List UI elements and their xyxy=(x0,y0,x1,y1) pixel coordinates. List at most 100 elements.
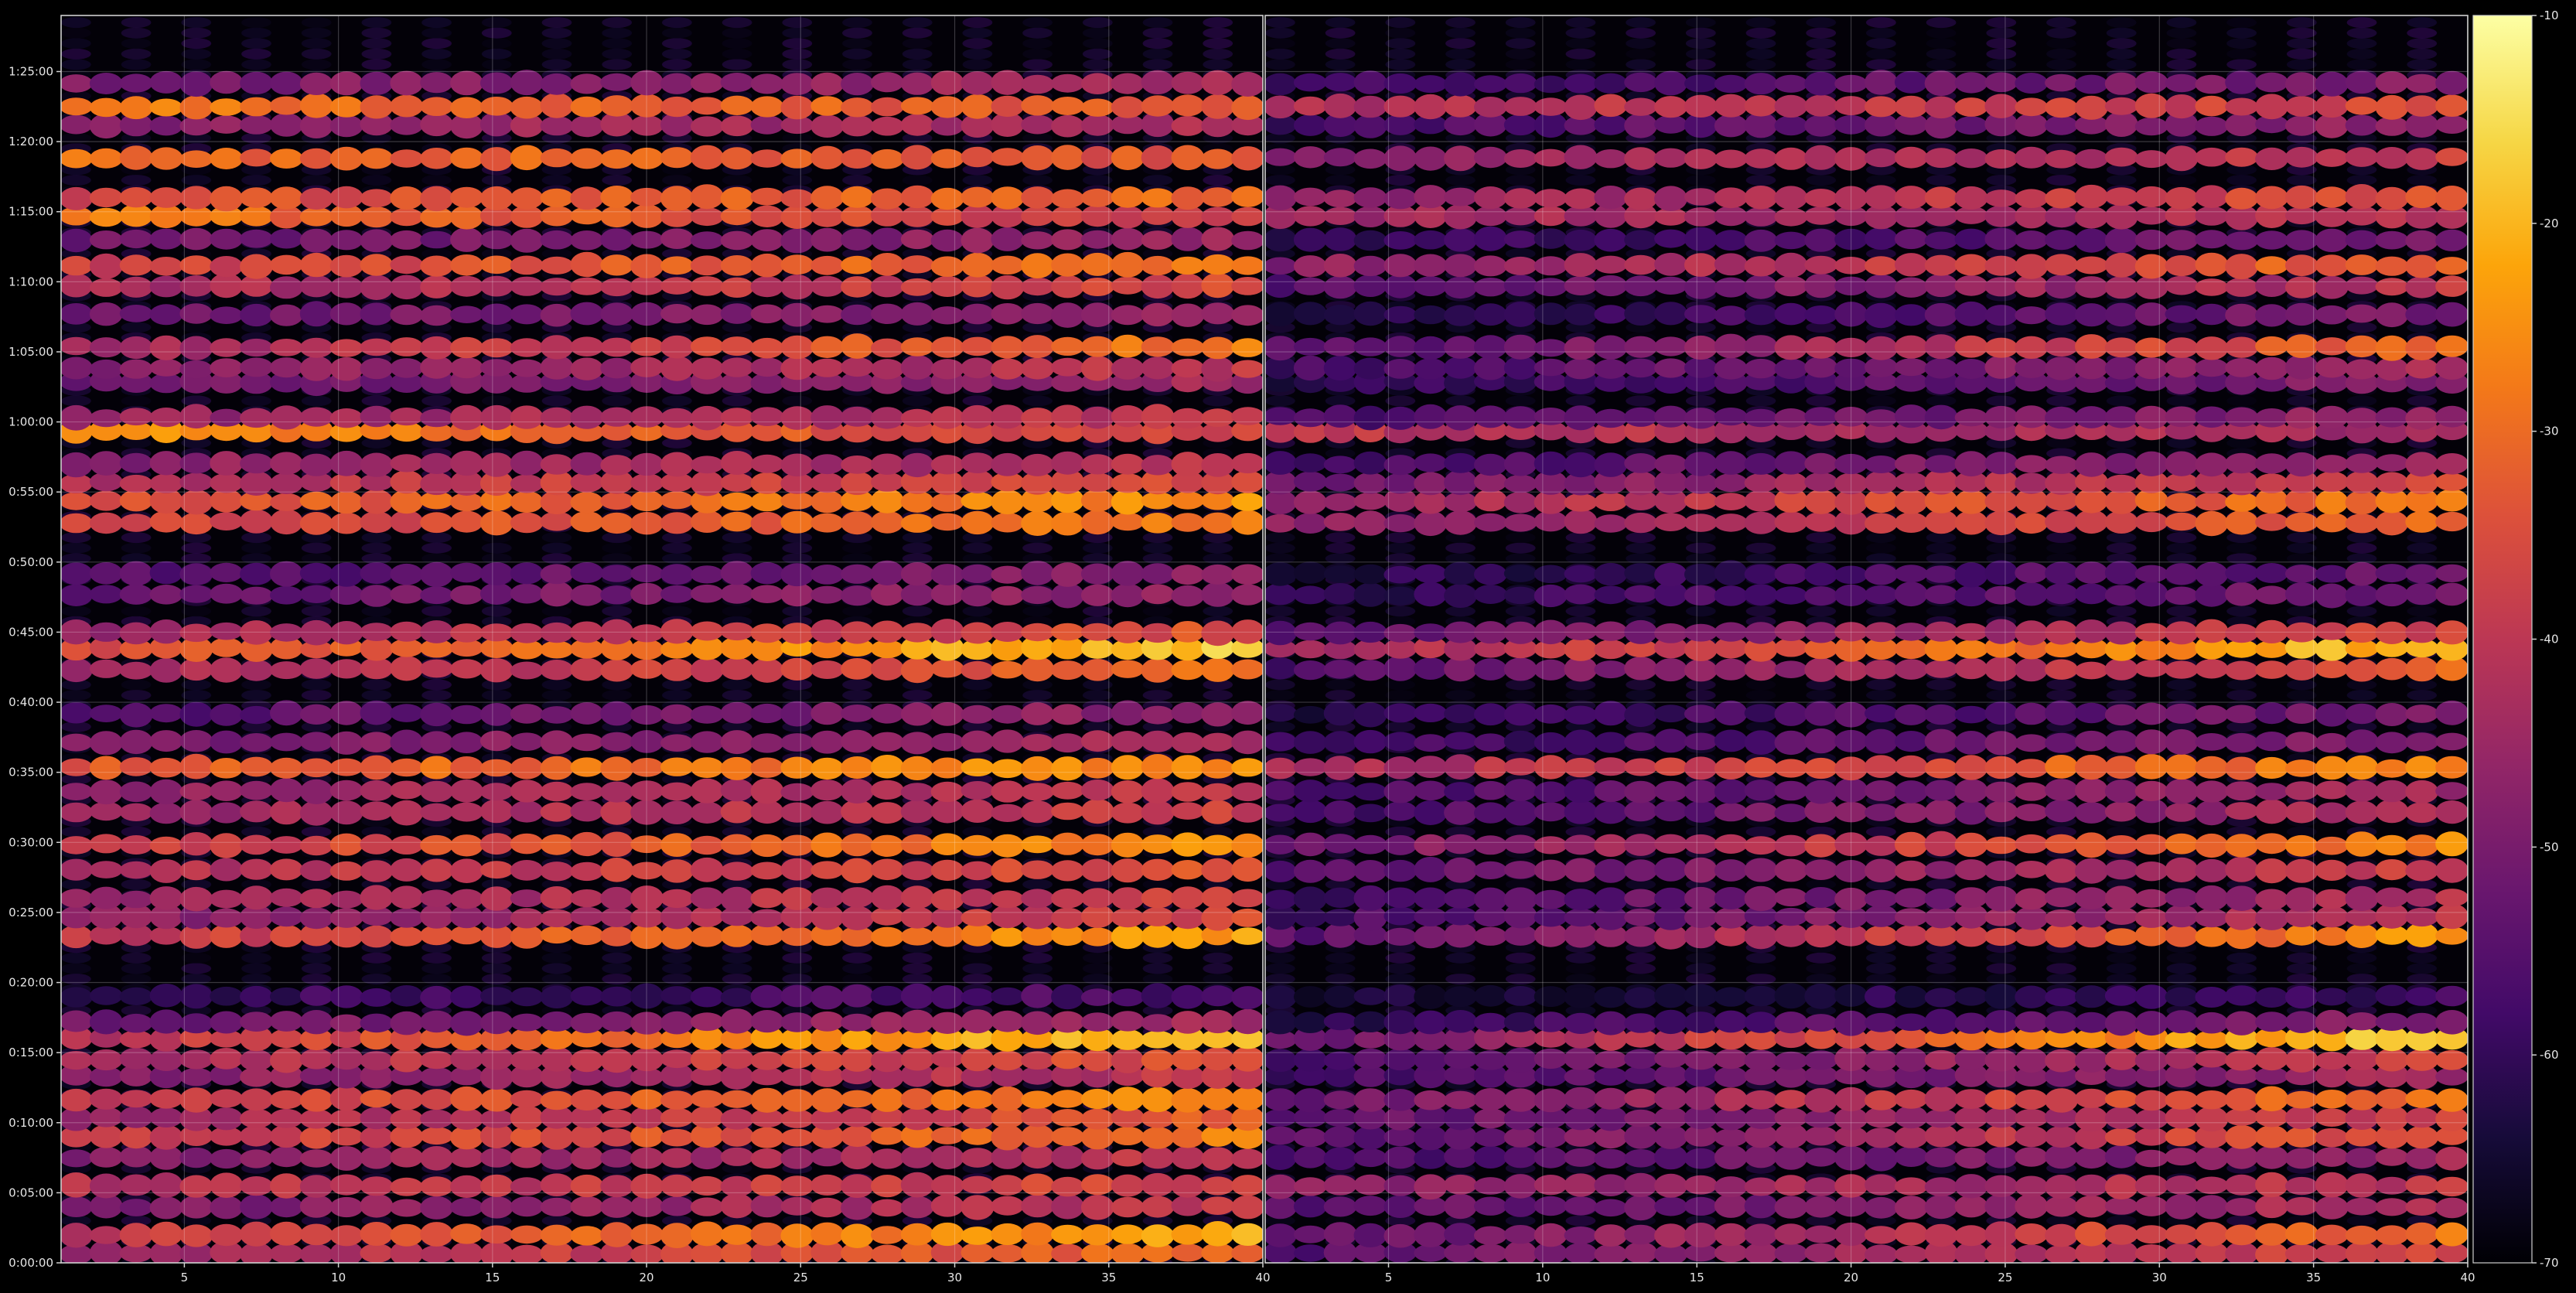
heat-cell xyxy=(782,532,813,544)
heat-cell xyxy=(61,27,91,39)
heat-cell xyxy=(360,95,394,119)
heat-cell xyxy=(2407,952,2438,964)
heat-cell xyxy=(720,1224,754,1245)
heat-cell xyxy=(1201,985,1235,1007)
heat-cell xyxy=(329,1174,363,1196)
heat-cell xyxy=(991,1244,1025,1263)
heat-cell xyxy=(841,704,874,722)
heat-cell xyxy=(61,542,91,554)
heat-cell xyxy=(1051,562,1084,587)
heat-cell xyxy=(1111,1011,1145,1032)
heat-cell xyxy=(900,657,934,684)
heat-cell xyxy=(540,1148,574,1170)
heat-cell xyxy=(960,274,995,298)
heat-cell xyxy=(479,730,513,752)
heat-cell xyxy=(720,186,754,210)
heat-cell xyxy=(510,1090,544,1108)
heat-cell xyxy=(301,395,332,407)
heat-cell xyxy=(1142,690,1173,701)
heat-cell xyxy=(600,800,634,825)
heat-cell xyxy=(301,690,332,701)
heat-cell xyxy=(871,1087,904,1112)
heat-cell xyxy=(420,1010,453,1033)
heat-cell xyxy=(871,1226,904,1244)
heat-cell xyxy=(1171,303,1205,327)
heat-cell xyxy=(900,1107,934,1131)
heat-cell xyxy=(960,730,995,753)
heat-cell xyxy=(119,359,153,379)
heat-cell xyxy=(1141,778,1175,804)
heat-cell xyxy=(871,510,904,534)
heat-cell xyxy=(390,1011,424,1035)
heat-cell xyxy=(270,509,303,535)
heat-cell xyxy=(690,97,724,115)
heat-cell xyxy=(841,333,874,359)
heat-cell xyxy=(510,987,544,1007)
heat-cell xyxy=(329,1047,363,1070)
heat-cell xyxy=(960,889,995,907)
heat-cell xyxy=(750,304,784,324)
heat-cell xyxy=(900,562,934,586)
heat-cell xyxy=(1231,833,1263,858)
heat-cell xyxy=(1231,889,1263,908)
heat-cell xyxy=(570,452,604,476)
heat-cell xyxy=(1203,542,1233,554)
heat-cell xyxy=(421,38,452,49)
heat-cell xyxy=(1201,759,1235,779)
heat-cell xyxy=(600,926,634,947)
heat-cell xyxy=(810,513,844,533)
heat-cell xyxy=(900,229,934,250)
heat-cell xyxy=(360,489,394,514)
heat-cell xyxy=(89,359,123,379)
heat-cell xyxy=(149,304,183,326)
heat-cell xyxy=(1021,335,1054,359)
heat-cell xyxy=(570,336,604,357)
heat-cell xyxy=(690,1221,724,1247)
heat-cell xyxy=(600,492,634,510)
heat-cell xyxy=(119,408,153,426)
heat-cell xyxy=(299,1048,333,1070)
heat-cell xyxy=(960,404,995,429)
heat-cell xyxy=(420,230,453,249)
heat-cell xyxy=(119,490,153,512)
heat-cell xyxy=(570,1196,604,1217)
heat-cell xyxy=(991,255,1025,275)
heat-cell xyxy=(570,1145,604,1170)
heat-cell xyxy=(1171,802,1205,820)
heat-cell xyxy=(1141,205,1175,225)
heat-cell xyxy=(329,1128,363,1146)
heat-cell xyxy=(121,952,152,964)
heat-cell xyxy=(690,565,724,584)
heat-cell xyxy=(1231,360,1263,378)
heat-cell xyxy=(299,512,333,535)
heat-cell xyxy=(479,303,513,326)
heat-cell xyxy=(960,1009,995,1034)
heat-cell xyxy=(750,562,784,585)
heat-cell xyxy=(600,407,634,427)
heat-cell xyxy=(1231,1046,1263,1072)
heat-cell xyxy=(420,408,453,428)
heat-cell xyxy=(662,27,692,39)
heat-cell xyxy=(1021,1194,1054,1218)
heat-cell xyxy=(149,335,183,360)
heat-cell xyxy=(119,145,153,170)
heat-cell xyxy=(61,303,93,325)
heat-cell xyxy=(900,800,934,824)
heat-cell xyxy=(420,659,453,678)
heat-cell xyxy=(329,659,363,679)
heat-cell xyxy=(61,702,93,724)
heat-cell xyxy=(1021,95,1054,116)
heat-cell xyxy=(390,908,424,928)
heat-cell xyxy=(841,858,874,884)
heat-cell xyxy=(841,148,874,169)
heat-cell xyxy=(119,757,153,776)
heat-cell xyxy=(270,1090,303,1110)
heat-cell xyxy=(420,72,453,94)
heat-cell xyxy=(420,731,453,754)
heat-cell xyxy=(660,585,694,603)
heat-cell xyxy=(780,492,814,510)
heat-cell xyxy=(149,886,183,910)
heat-cell xyxy=(329,96,363,118)
heat-cell xyxy=(420,780,453,803)
heat-cell xyxy=(1203,395,1233,407)
